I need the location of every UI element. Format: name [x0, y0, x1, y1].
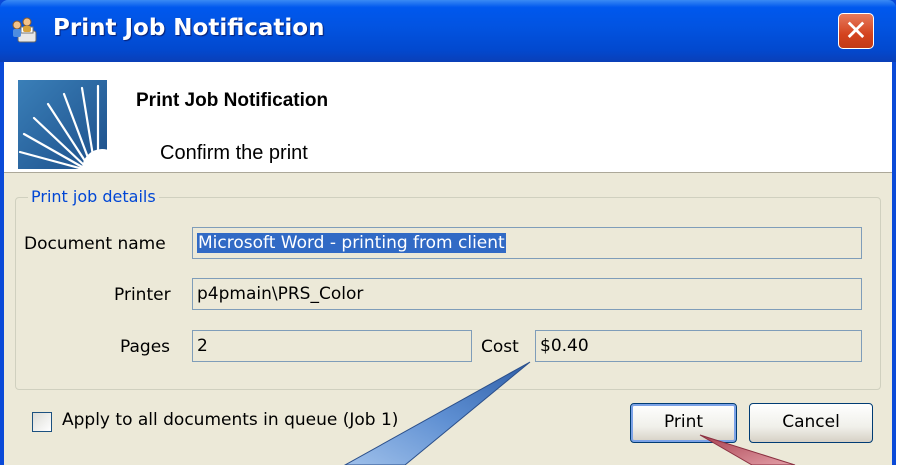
document-name-field[interactable]: Microsoft Word - printing from client	[192, 227, 862, 259]
cancel-button[interactable]: Cancel	[749, 403, 873, 443]
print-job-notification-window: Print Job Notification ✕ Print Job Notif…	[0, 0, 896, 465]
printer-label: Printer	[114, 285, 171, 305]
close-button[interactable]: ✕	[838, 13, 874, 49]
header-title: Print Job Notification	[136, 90, 329, 111]
pages-label: Pages	[120, 337, 171, 357]
pages-field[interactable]: 2	[192, 330, 472, 362]
apply-all-label[interactable]: Apply to all documents in queue (Job 1)	[62, 410, 398, 430]
window-title: Print Job Notification	[53, 15, 325, 41]
print-button[interactable]: Print	[630, 403, 737, 443]
apply-all-checkbox[interactable]	[32, 412, 52, 432]
header-subtitle: Confirm the print	[160, 142, 308, 164]
document-name-label: Document name	[24, 234, 166, 254]
title-bar[interactable]: Print Job Notification ✕	[0, 0, 896, 62]
cost-label: Cost	[481, 337, 519, 357]
printer-field[interactable]: p4pmain\PRS_Color	[192, 278, 862, 310]
dialog-body: Print Job Notification Confirm the print…	[4, 62, 892, 465]
cost-field[interactable]: $0.40	[535, 330, 862, 362]
printer-people-icon	[12, 17, 37, 43]
sunburst-logo-icon	[18, 80, 107, 169]
document-name-value: Microsoft Word - printing from client	[197, 233, 506, 253]
group-label: Print job details	[28, 187, 159, 206]
header-divider	[4, 172, 892, 173]
close-icon: ✕	[844, 14, 868, 47]
dialog-header: Print Job Notification Confirm the print	[4, 62, 892, 172]
